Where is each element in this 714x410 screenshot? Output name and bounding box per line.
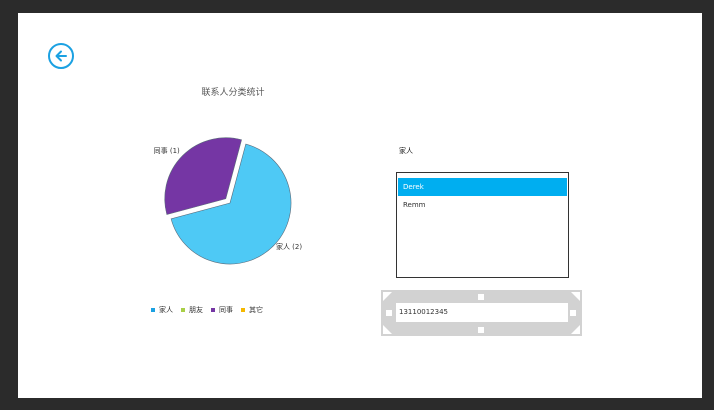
resize-handle[interactable] bbox=[478, 327, 484, 333]
contact-list[interactable]: Derek Remm bbox=[396, 172, 569, 278]
legend-swatch bbox=[241, 308, 245, 312]
legend-label: 家人 bbox=[159, 306, 173, 314]
back-button[interactable] bbox=[48, 43, 74, 69]
chart-legend: 家人 朋友 同事 其它 bbox=[151, 305, 263, 315]
corner-handle-icon[interactable] bbox=[383, 324, 393, 334]
legend-swatch bbox=[151, 308, 155, 312]
legend-label: 同事 bbox=[219, 306, 233, 314]
chart-title: 联系人分类统计 bbox=[201, 88, 265, 98]
pie-chart: 家人 (2) 同事 (1) bbox=[154, 137, 302, 265]
pie-slice-label: 同事 (1) bbox=[154, 146, 180, 155]
corner-handle-icon[interactable] bbox=[570, 292, 580, 302]
contact-list-item[interactable]: Remm bbox=[398, 196, 567, 214]
legend-swatch bbox=[211, 308, 215, 312]
legend-label: 朋友 bbox=[189, 306, 203, 314]
selected-category-label: 家人 bbox=[399, 147, 413, 155]
legend-item-family: 家人 bbox=[151, 305, 173, 315]
legend-item-friends: 朋友 bbox=[181, 305, 203, 315]
legend-item-colleagues: 同事 bbox=[211, 305, 233, 315]
resize-handle[interactable] bbox=[570, 310, 576, 316]
corner-handle-icon[interactable] bbox=[570, 324, 580, 334]
pie-slice-label: 家人 (2) bbox=[276, 242, 302, 251]
resize-handle[interactable] bbox=[386, 310, 392, 316]
corner-handle-icon[interactable] bbox=[383, 292, 393, 302]
contact-list-item[interactable]: Derek bbox=[398, 178, 567, 196]
phone-number-frame: 13110012345 bbox=[381, 290, 582, 336]
phone-number-field[interactable]: 13110012345 bbox=[396, 303, 568, 322]
legend-swatch bbox=[181, 308, 185, 312]
legend-item-others: 其它 bbox=[241, 305, 263, 315]
legend-label: 其它 bbox=[249, 306, 263, 314]
app-window: 联系人分类统计 家人 (2) 同事 (1) 家人 朋友 同事 其它 家人 Dere… bbox=[18, 13, 702, 398]
back-arrow-icon bbox=[55, 50, 67, 62]
resize-handle[interactable] bbox=[478, 294, 484, 300]
